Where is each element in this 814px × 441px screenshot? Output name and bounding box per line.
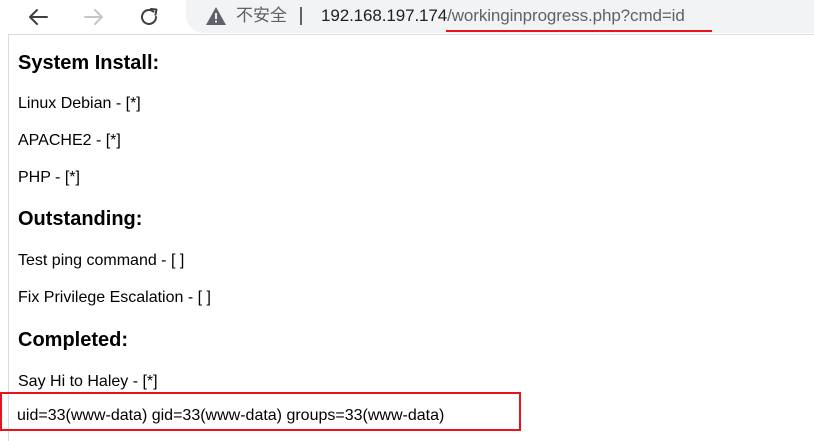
list-item: Say Hi to Haley - [*] bbox=[18, 373, 158, 390]
command-output: uid=33(www-data) gid=33(www-data) groups… bbox=[17, 407, 445, 424]
section-heading: Outstanding: bbox=[18, 208, 143, 230]
page-content: System Install: Linux Debian - [*] APACH… bbox=[8, 34, 814, 441]
browser-toolbar: 不安全 192.168.197.174/workinginprogress.ph… bbox=[0, 0, 814, 34]
section-heading: Completed: bbox=[18, 329, 128, 351]
back-button[interactable] bbox=[20, 0, 56, 34]
url-host: 192.168.197.174 bbox=[321, 6, 448, 25]
list-item: Test ping command - [ ] bbox=[18, 252, 185, 269]
warning-icon[interactable] bbox=[205, 6, 227, 26]
url-highlight-underline bbox=[446, 30, 712, 32]
arrow-left-icon bbox=[29, 9, 48, 25]
list-item: PHP - [*] bbox=[18, 169, 80, 186]
address-separator bbox=[300, 7, 302, 25]
reload-icon bbox=[141, 8, 158, 25]
forward-button[interactable] bbox=[76, 0, 112, 34]
list-item: APACHE2 - [*] bbox=[18, 132, 121, 149]
address-bar[interactable]: 不安全 192.168.197.174/workinginprogress.ph… bbox=[186, 0, 814, 33]
url-text[interactable]: 192.168.197.174/workinginprogress.php?cm… bbox=[321, 5, 685, 27]
security-status-label[interactable]: 不安全 bbox=[236, 5, 287, 27]
reload-button[interactable] bbox=[131, 0, 167, 34]
arrow-right-icon bbox=[84, 9, 103, 25]
list-item: Linux Debian - [*] bbox=[18, 95, 141, 112]
section-heading: System Install: bbox=[18, 52, 160, 74]
list-item: Fix Privilege Escalation - [ ] bbox=[18, 289, 211, 306]
url-path: /workinginprogress.php?cmd=id bbox=[447, 6, 685, 25]
